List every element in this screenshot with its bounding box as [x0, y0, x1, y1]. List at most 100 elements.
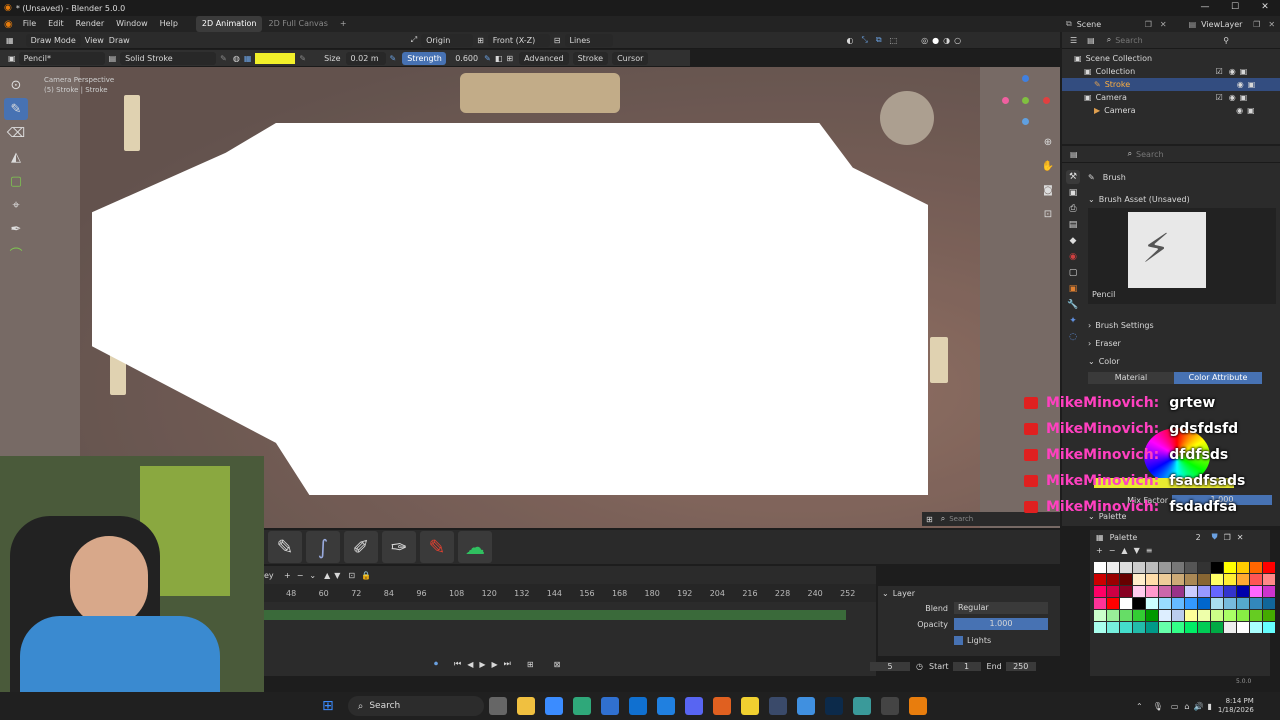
exclude-checkbox-icon[interactable]: ☑	[1216, 67, 1223, 76]
lines-selector[interactable]: Lines	[564, 33, 613, 47]
palette-swatch[interactable]	[1146, 610, 1158, 621]
blender-menu-icon[interactable]: ◉	[4, 19, 13, 30]
tab-2d-full-canvas[interactable]: 2D Full Canvas	[262, 16, 333, 32]
brush-slot-pen[interactable]: ✑	[382, 531, 416, 563]
palette-swatch[interactable]	[1237, 586, 1249, 597]
end-field[interactable]: 250	[1005, 661, 1036, 671]
palette-swatch[interactable]	[1159, 610, 1171, 621]
network-icon[interactable]: ⌂	[1184, 702, 1189, 711]
view-layer-add-icon[interactable]: ❐	[1253, 20, 1260, 29]
palette-swatch[interactable]	[1094, 622, 1106, 633]
palette-swatch[interactable]	[1159, 598, 1171, 609]
cursor-dropdown[interactable]: Cursor	[612, 51, 649, 65]
view-layer-selector[interactable]: ViewLayer	[1201, 20, 1245, 29]
outliner-item[interactable]: ▣ Collection ☑ ◉ ▣	[1062, 65, 1280, 78]
box-tool-icon[interactable]: ▢	[4, 170, 28, 192]
unlink-palette-icon[interactable]: ✕	[1237, 533, 1244, 542]
menu-edit[interactable]: Edit	[42, 16, 70, 32]
obs-icon[interactable]	[880, 697, 899, 715]
discord-icon[interactable]	[684, 697, 703, 715]
pin-icon[interactable]: ✎	[220, 54, 227, 63]
volume-icon[interactable]: 🔊	[1194, 702, 1204, 711]
palette-swatch[interactable]	[1120, 610, 1132, 621]
jump-start-icon[interactable]: ⏮	[454, 659, 461, 669]
lock-icon[interactable]: 🔒	[361, 571, 371, 580]
palette-swatch[interactable]	[1237, 598, 1249, 609]
palette-swatch[interactable]	[1133, 562, 1145, 573]
eraser-panel[interactable]: › Eraser	[1088, 336, 1276, 350]
palette-swatch[interactable]	[1172, 610, 1184, 621]
tool-tab-icon[interactable]: ⚒	[1066, 170, 1080, 184]
zoom-icon[interactable]: ⊕	[1036, 131, 1060, 153]
remove-key-icon[interactable]: −	[297, 571, 304, 580]
brush-selector[interactable]: Pencil*	[18, 51, 105, 65]
tool-icon[interactable]	[796, 697, 815, 715]
palette-swatch[interactable]	[1263, 562, 1275, 573]
palette-swatch[interactable]	[1172, 598, 1184, 609]
palette-name-field[interactable]: Palette	[1110, 533, 1196, 542]
draw-tool-icon[interactable]: ✎	[4, 98, 28, 120]
palette-swatch[interactable]	[1224, 598, 1236, 609]
palette-swatch[interactable]	[1120, 574, 1132, 585]
advanced-dropdown[interactable]: Advanced	[519, 51, 569, 65]
palette-swatch[interactable]	[1237, 562, 1249, 573]
origin-selector[interactable]: Origin	[421, 33, 474, 47]
browser-icon[interactable]	[852, 697, 871, 715]
palette-swatch[interactable]	[1159, 562, 1171, 573]
erase-tool-icon[interactable]: ⌫	[4, 122, 28, 144]
palette-swatch[interactable]	[1133, 574, 1145, 585]
palette-swatch[interactable]	[1250, 598, 1262, 609]
properties-search-input[interactable]: Search	[1136, 150, 1236, 159]
palette-swatch[interactable]	[1211, 610, 1223, 621]
shading-rendered-icon[interactable]: ○	[954, 36, 961, 45]
brush-slot-fill[interactable]: ☁	[458, 531, 492, 563]
monitor-icon[interactable]: ▭	[1171, 702, 1179, 711]
overlay-icon[interactable]: ⧉	[876, 35, 882, 45]
render-icon[interactable]: ▣	[1240, 67, 1248, 76]
palette-swatch[interactable]	[1198, 562, 1210, 573]
outliner-filter-icon[interactable]: ▤	[1087, 36, 1095, 45]
palette-swatch[interactable]	[1172, 562, 1184, 573]
palette-swatch[interactable]	[1120, 586, 1132, 597]
tint-tool-icon[interactable]: ⌖	[4, 194, 28, 216]
palette-swatch[interactable]	[1094, 562, 1106, 573]
toggle-icon[interactable]: ◧	[495, 54, 503, 63]
palette-swatch[interactable]	[1185, 562, 1197, 573]
start-field[interactable]: 1	[952, 661, 981, 671]
brush-settings-panel[interactable]: › Brush Settings	[1088, 318, 1276, 332]
strength-field[interactable]: 0.600	[455, 54, 478, 63]
gizmo-z-axis-icon[interactable]	[1022, 75, 1029, 82]
notes-icon[interactable]	[740, 697, 759, 715]
visibility-eye-icon[interactable]: ◉	[1236, 106, 1243, 115]
fill-tool-icon[interactable]: ◭	[4, 146, 28, 168]
palette-swatch[interactable]	[1211, 622, 1223, 633]
palette-swatch[interactable]	[1237, 574, 1249, 585]
scene-tab-icon[interactable]: ◆	[1066, 234, 1080, 248]
current-frame-field[interactable]: 5	[870, 661, 910, 671]
calculator-icon[interactable]	[600, 697, 619, 715]
eyedropper-icon[interactable]: ✎	[299, 54, 306, 63]
palette-swatch[interactable]	[1107, 610, 1119, 621]
palette-swatch[interactable]	[1211, 586, 1223, 597]
palette-swatch[interactable]	[1146, 622, 1158, 633]
palette-swatch[interactable]	[1094, 586, 1106, 597]
palette-swatch[interactable]	[1185, 586, 1197, 597]
shading-material-icon[interactable]: ◑	[943, 36, 950, 45]
palette-swatch[interactable]	[1263, 598, 1275, 609]
palette-swatch[interactable]	[1146, 598, 1158, 609]
palette-swatch[interactable]	[1198, 610, 1210, 621]
gizmo-icon[interactable]: ⤡	[861, 35, 867, 45]
palette-swatch[interactable]	[1211, 598, 1223, 609]
palette-swatch[interactable]	[1159, 574, 1171, 585]
menu-window[interactable]: Window	[110, 16, 154, 32]
play-icon[interactable]: ▶	[479, 660, 485, 669]
app-icon[interactable]	[712, 697, 731, 715]
next-key-icon[interactable]: ▶	[492, 660, 498, 669]
outliner-item[interactable]: ▶ Camera ◉ ▣	[1062, 104, 1280, 117]
battery-icon[interactable]: ▮	[1207, 702, 1211, 711]
menu-help[interactable]: Help	[154, 16, 184, 32]
move-down-icon[interactable]: ▼	[1134, 546, 1140, 555]
palette-swatch[interactable]	[1263, 586, 1275, 597]
color-panel[interactable]: ⌄ Color	[1088, 354, 1276, 368]
strength-pressure-icon[interactable]: ✎	[484, 54, 491, 63]
